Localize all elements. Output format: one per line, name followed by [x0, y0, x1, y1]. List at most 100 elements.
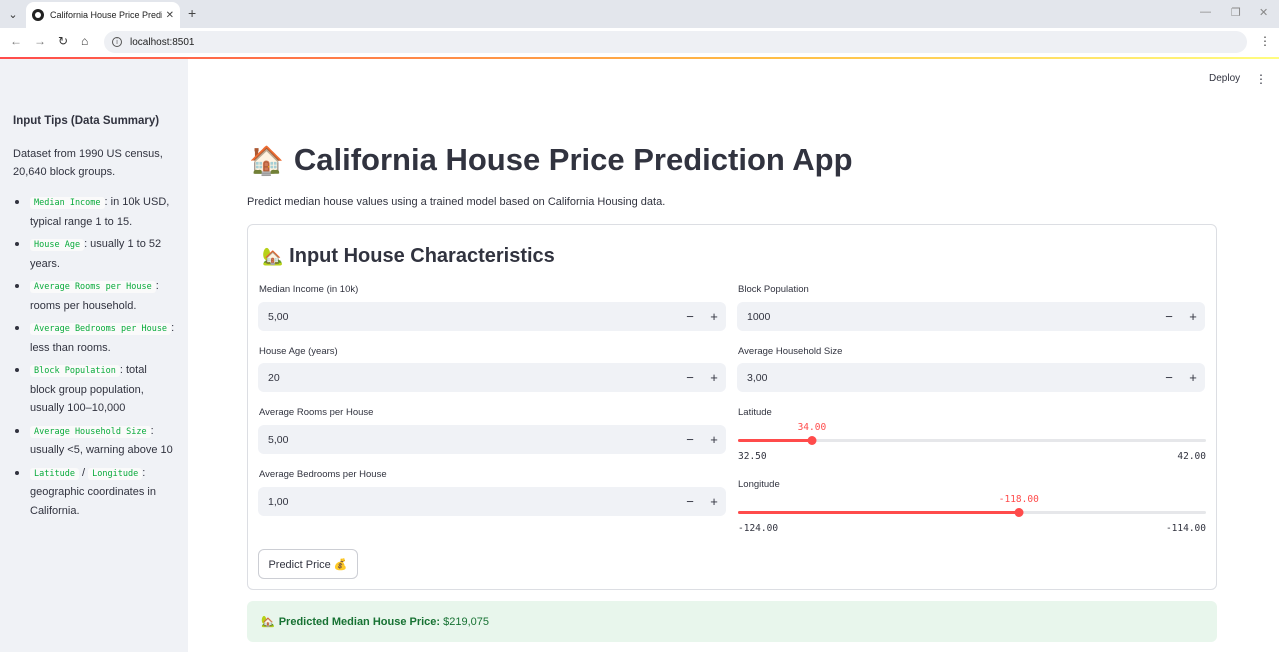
slider-track[interactable]	[738, 508, 1206, 517]
url-text: localhost:8501	[130, 36, 195, 48]
list-item: Median Income: in 10k USD, typical range…	[13, 193, 175, 231]
latitude-max: 42.00	[1177, 451, 1206, 462]
increment-icon[interactable]: +	[1181, 309, 1205, 324]
close-window-icon[interactable]: ✕	[1259, 6, 1268, 19]
forward-icon[interactable]: →	[34, 34, 46, 48]
longitude-slider[interactable]: -118.00 -124.00 -114.00	[738, 494, 1206, 534]
tip-code: Median Income	[30, 197, 105, 209]
result-value: $219,075	[443, 615, 489, 628]
home-icon[interactable]: ⌂	[81, 34, 88, 48]
avg-household-size-input[interactable]: 3,00 − +	[737, 363, 1205, 392]
avg-bedrooms-label: Average Bedrooms per House	[259, 469, 387, 480]
slider-thumb[interactable]	[1014, 508, 1024, 517]
slider-fill	[738, 439, 812, 442]
block-population-input[interactable]: 1000 − +	[737, 302, 1205, 331]
longitude-label: Longitude	[738, 479, 780, 490]
slider-thumb[interactable]	[807, 436, 817, 445]
list-item: Latitude / Longitude: geographic coordin…	[13, 464, 175, 521]
tip-code: Average Bedrooms per House	[30, 323, 172, 335]
house-age-value: 20	[268, 371, 280, 384]
tip-code: House Age	[30, 239, 85, 251]
longitude-value: -118.00	[998, 494, 1039, 505]
median-income-label: Median Income (in 10k)	[259, 284, 359, 295]
avg-household-size-value: 3,00	[747, 371, 768, 384]
avg-bedrooms-value: 1,00	[268, 495, 289, 508]
list-item: Block Population: total block group popu…	[13, 361, 175, 418]
block-population-value: 1000	[747, 310, 771, 323]
decrement-icon[interactable]: −	[678, 370, 702, 385]
longitude-max: -114.00	[1165, 523, 1206, 534]
slider-fill	[738, 511, 1019, 514]
minimize-icon[interactable]: —	[1200, 6, 1211, 18]
avg-household-size-label: Average Household Size	[738, 346, 843, 357]
decrement-icon[interactable]: −	[1157, 309, 1181, 324]
avg-bedrooms-input[interactable]: 1,00 − +	[258, 487, 726, 516]
page-title: 🏠 California House Price Prediction App	[249, 142, 853, 178]
increment-icon[interactable]: +	[702, 432, 726, 447]
browser-tab-bar: ⌄ California House Price Predictor ✕ + —…	[0, 0, 1279, 28]
increment-icon[interactable]: +	[702, 370, 726, 385]
address-bar[interactable]: i localhost:8501	[104, 31, 1247, 53]
streamlit-favicon-icon	[32, 9, 44, 21]
latitude-value: 34.00	[797, 422, 827, 433]
list-item: Average Rooms per House: rooms per house…	[13, 277, 175, 315]
avg-rooms-label: Average Rooms per House	[259, 407, 374, 418]
latitude-label: Latitude	[738, 407, 772, 418]
decrement-icon[interactable]: −	[1157, 370, 1181, 385]
tab-title: California House Price Predictor	[50, 10, 162, 20]
browser-tab[interactable]: California House Price Predictor ✕	[26, 2, 180, 28]
site-info-icon[interactable]: i	[112, 37, 122, 47]
avg-rooms-value: 5,00	[268, 433, 289, 446]
reload-icon[interactable]: ↻	[58, 34, 68, 48]
new-tab-icon[interactable]: +	[188, 5, 196, 21]
main-menu-icon[interactable]: ⋮	[1255, 72, 1267, 86]
tip-code: Average Rooms per House	[30, 281, 156, 293]
house-age-input[interactable]: 20 − +	[258, 363, 726, 392]
page-title-text: California House Price Prediction App	[293, 142, 853, 177]
sidebar-title: Input Tips (Data Summary)	[13, 115, 160, 127]
tip-separator: /	[78, 466, 89, 479]
tip-code: Average Household Size	[30, 425, 151, 438]
result-label: Predicted Median House Price:	[278, 615, 441, 628]
back-icon[interactable]: ←	[10, 34, 22, 48]
median-income-value: 5,00	[268, 310, 289, 323]
form-title: 🏡 Input House Characteristics	[262, 245, 555, 268]
tab-close-icon[interactable]: ✕	[166, 10, 174, 21]
input-form: 🏡 Input House Characteristics Median Inco…	[247, 224, 1217, 590]
prediction-result: 🏡 Predicted Median House Price: $219,075	[247, 601, 1217, 642]
decrement-icon[interactable]: −	[678, 309, 702, 324]
median-income-input[interactable]: 5,00 − +	[258, 302, 726, 331]
deploy-button[interactable]: Deploy	[1209, 73, 1240, 84]
tips-list: Median Income: in 10k USD, typical range…	[13, 193, 175, 520]
sidebar-intro: Dataset from 1990 US census, 20,640 bloc…	[13, 148, 163, 178]
block-population-label: Block Population	[738, 284, 809, 295]
increment-icon[interactable]: +	[1181, 370, 1205, 385]
tip-code: Latitude	[30, 467, 79, 480]
house-garden-icon: 🏡	[261, 616, 275, 628]
decrement-icon[interactable]: −	[678, 432, 702, 447]
page-subtitle: Predict median house values using a trai…	[247, 196, 666, 208]
avg-rooms-input[interactable]: 5,00 − +	[258, 425, 726, 454]
increment-icon[interactable]: +	[702, 309, 726, 324]
list-item: House Age: usually 1 to 52 years.	[13, 235, 175, 273]
house-age-label: House Age (years)	[259, 346, 338, 357]
list-item: Average Bedrooms per House: less than ro…	[13, 319, 175, 357]
increment-icon[interactable]: +	[702, 494, 726, 509]
decrement-icon[interactable]: −	[678, 494, 702, 509]
restore-icon[interactable]: ❐	[1231, 6, 1241, 19]
house-icon: 🏠	[249, 145, 284, 176]
sidebar: Input Tips (Data Summary) Dataset from 1…	[0, 59, 188, 652]
form-title-text: Input House Characteristics	[289, 245, 555, 267]
browser-toolbar: ← → ↻ ⌂ i localhost:8501 ⋮	[0, 28, 1279, 56]
header-decoration	[0, 57, 1279, 59]
tab-search-chevron-icon[interactable]: ⌄	[4, 5, 22, 23]
latitude-min: 32.50	[738, 451, 767, 462]
tip-code: Block Population	[30, 365, 120, 377]
list-item: Average Household Size: usually <5, warn…	[13, 422, 175, 460]
browser-menu-icon[interactable]: ⋮	[1259, 34, 1271, 48]
slider-track[interactable]	[738, 436, 1206, 445]
longitude-min: -124.00	[738, 523, 779, 534]
latitude-slider[interactable]: 34.00 32.50 42.00	[738, 422, 1206, 462]
house-garden-icon: 🏡	[262, 247, 284, 266]
predict-price-button[interactable]: Predict Price 💰	[258, 549, 358, 579]
